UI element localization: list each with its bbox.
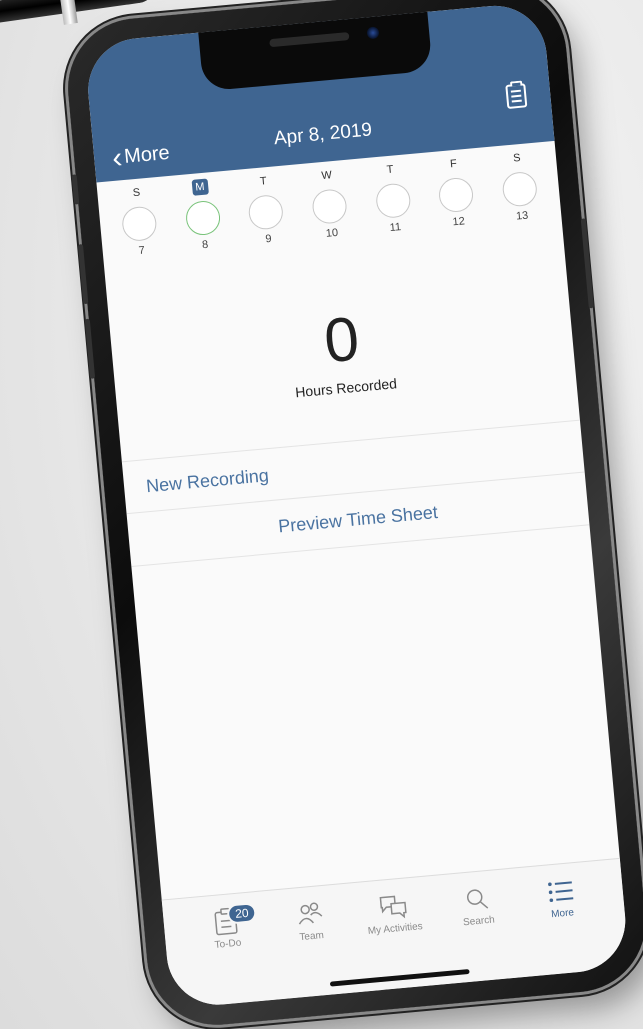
list-icon — [548, 881, 574, 903]
day-number: 11 — [389, 221, 402, 235]
day-hours-ring — [501, 170, 539, 208]
day-of-week: T — [259, 175, 268, 188]
hours-summary: 0 Hours Recorded — [110, 285, 576, 416]
day-of-week-selected: M — [191, 178, 209, 196]
day-of-week: W — [320, 169, 333, 183]
day-thursday[interactable]: T 11 — [364, 154, 425, 278]
day-of-week: T — [386, 163, 394, 177]
day-of-week: F — [449, 157, 458, 171]
chat-bubbles-icon — [379, 895, 407, 919]
pen-clip — [60, 0, 78, 25]
day-hours-ring — [374, 182, 412, 220]
tab-search[interactable]: Search — [436, 878, 525, 984]
search-icon — [466, 889, 489, 909]
day-monday[interactable]: M 8 — [174, 171, 235, 295]
day-number: 12 — [452, 215, 466, 229]
day-number: 10 — [325, 226, 339, 240]
day-hours-ring-today — [184, 199, 222, 237]
day-number: 9 — [264, 232, 273, 246]
timesheet-icon[interactable] — [505, 83, 528, 109]
day-sunday[interactable]: S 7 — [110, 177, 171, 301]
tab-more[interactable]: More — [519, 871, 608, 977]
day-tuesday[interactable]: T 9 — [237, 165, 298, 289]
day-number: 7 — [138, 244, 146, 257]
phone-device: ‹ More Apr 8, 2019 S 7 M 8 T 9 W 10 T 11… — [62, 0, 643, 1029]
day-friday[interactable]: F 12 — [427, 148, 488, 272]
speaker-grille — [269, 32, 350, 48]
team-icon — [298, 902, 323, 925]
day-hours-ring — [247, 193, 285, 231]
day-wednesday[interactable]: W 10 — [301, 159, 362, 283]
day-saturday[interactable]: S 13 — [491, 142, 552, 266]
day-hours-ring — [437, 176, 475, 214]
day-of-week: S — [132, 186, 141, 200]
front-camera — [366, 26, 380, 40]
photo-background: ‹ More Apr 8, 2019 S 7 M 8 T 9 W 10 T 11… — [0, 0, 643, 1029]
day-number: 8 — [201, 238, 209, 252]
day-hours-ring — [311, 188, 348, 225]
day-hours-ring — [120, 205, 158, 243]
day-of-week: S — [512, 152, 522, 165]
app-screen: ‹ More Apr 8, 2019 S 7 M 8 T 9 W 10 T 11… — [83, 1, 630, 1010]
tab-to-do[interactable]: 20 To-Do — [185, 901, 274, 1007]
day-number: 13 — [515, 209, 529, 223]
